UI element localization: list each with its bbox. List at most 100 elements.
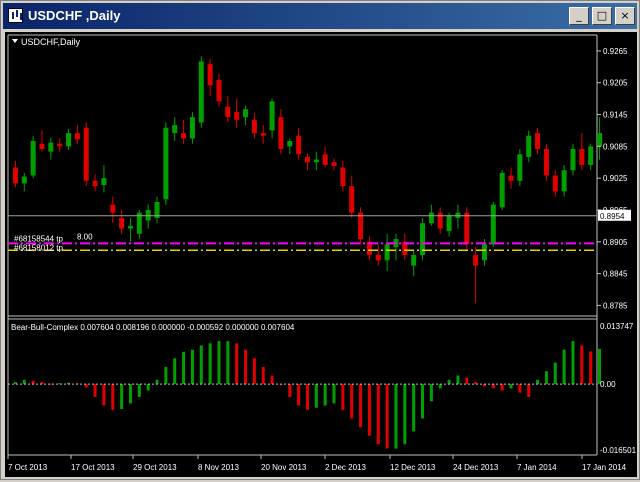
indicator-bar xyxy=(438,384,442,389)
candle-body xyxy=(570,148,576,171)
candle-body xyxy=(437,212,443,229)
indicator-bar xyxy=(164,366,168,385)
candle-body xyxy=(83,127,89,181)
indicator-bar xyxy=(465,377,469,385)
candle-body xyxy=(110,204,116,213)
indicator-bar xyxy=(491,384,495,389)
candle-body xyxy=(304,156,310,163)
maximize-button[interactable]: □ xyxy=(592,7,612,25)
candle-body xyxy=(313,159,319,163)
candle-body xyxy=(172,125,178,134)
price-tick-label: 0.8905 xyxy=(603,238,628,247)
indicator-bar xyxy=(288,384,292,397)
indicator-bar xyxy=(544,371,548,385)
minimize-button[interactable]: _ xyxy=(569,7,589,25)
indicator-bar xyxy=(173,358,177,385)
price-tick-label: 0.9025 xyxy=(603,174,628,183)
order-label-tp2: #68158012 tp xyxy=(14,243,63,252)
candle-body xyxy=(145,209,151,221)
indicator-bar xyxy=(359,384,363,428)
candle-body xyxy=(552,175,558,192)
candle-body xyxy=(455,212,461,218)
indicator-bar xyxy=(323,384,327,406)
candle-body xyxy=(331,162,337,166)
indicator-bar xyxy=(244,349,248,385)
candle-body xyxy=(579,148,585,165)
time-tick-label: 17 Jan 2014 xyxy=(582,463,627,472)
candle-body xyxy=(101,178,107,186)
indicator-bar xyxy=(208,343,212,385)
indicator-tick-label: 0.00 xyxy=(600,380,616,389)
candle-body xyxy=(517,154,523,181)
candle-body xyxy=(92,180,98,187)
indicator-bar xyxy=(31,380,35,385)
indicator-bar xyxy=(111,384,115,410)
candle-body xyxy=(296,135,302,155)
candle-body xyxy=(189,117,195,139)
candle-body xyxy=(163,127,169,200)
chart-overlays: #68158544 tp#68158012 tp 8.00 xyxy=(8,215,597,252)
indicator-bar xyxy=(385,384,389,449)
indicator-bar xyxy=(341,384,345,410)
indicator-bar xyxy=(120,384,124,410)
indicator-bar xyxy=(261,366,265,385)
candle-body xyxy=(375,255,381,261)
indicator-bar xyxy=(527,384,531,397)
indicator-bar xyxy=(580,345,584,385)
price-tick-label: 0.9085 xyxy=(603,142,628,151)
chart-area[interactable]: #68158544 tp #68158012 tp 8.00 0.9265 0.920… xyxy=(5,32,637,477)
candle-body xyxy=(411,255,417,266)
candle-body xyxy=(243,109,249,118)
candle-body xyxy=(499,172,505,208)
close-button[interactable]: × xyxy=(615,7,635,25)
candle-body xyxy=(48,142,54,152)
indicator-bar xyxy=(394,384,398,449)
terminal-window: USDCHF ,Daily _ □ × #68158544 tp #6815801… xyxy=(0,0,640,480)
indicator-bar xyxy=(252,358,256,385)
candle-body xyxy=(384,244,390,261)
candle-body xyxy=(464,212,470,245)
candle-body xyxy=(278,117,284,149)
panel-collapse-icon[interactable] xyxy=(12,39,18,43)
indicator-bar xyxy=(190,349,194,385)
indicator-bar xyxy=(412,384,416,432)
candle-body xyxy=(119,217,125,229)
main-panel-label: USDCHF,Daily xyxy=(21,37,81,47)
candle-body xyxy=(322,154,328,165)
candle-body xyxy=(225,106,231,118)
candle-body xyxy=(543,148,549,176)
indicator-bar xyxy=(93,384,97,397)
indicator-bar xyxy=(421,384,425,419)
candle-body xyxy=(526,135,532,157)
candle-body xyxy=(260,133,266,136)
indicator-histogram xyxy=(8,341,602,449)
candlestick-series xyxy=(12,56,603,303)
candle-body xyxy=(269,101,275,131)
lot-size-label: 8.00 xyxy=(77,232,93,241)
time-tick-label: 8 Nov 2013 xyxy=(198,463,239,472)
indicator-bar xyxy=(509,384,513,389)
current-price-label: 0.8954 xyxy=(600,212,625,221)
chart-axes: 0.92650.92050.91450.90850.90250.89650.89… xyxy=(7,47,637,472)
candle-body xyxy=(588,146,594,165)
candle-body xyxy=(66,133,72,147)
indicator-bar xyxy=(553,362,557,385)
price-chart-svg[interactable]: #68158544 tp#68158012 tp 8.00 0.9265 0.920… xyxy=(5,32,637,477)
candle-body xyxy=(481,244,487,261)
indicator-bar xyxy=(235,343,239,385)
indicator-bar xyxy=(332,384,336,404)
indicator-label: Bear-Bull-Complex 0.007604 0.008196 0.00… xyxy=(11,323,295,332)
indicator-bar xyxy=(305,384,309,410)
indicator-bar xyxy=(84,384,88,388)
chart-window-icon[interactable] xyxy=(8,8,23,23)
title-bar[interactable]: USDCHF ,Daily _ □ × xyxy=(3,3,637,29)
indicator-bar xyxy=(350,384,354,419)
indicator-tick-label: 0.013747 xyxy=(600,322,634,331)
indicator-bar xyxy=(102,384,106,406)
indicator-bar xyxy=(376,384,380,445)
candle-body xyxy=(12,167,18,184)
time-tick-label: 29 Oct 2013 xyxy=(133,463,177,472)
candle-body xyxy=(251,119,257,134)
candle-body xyxy=(358,212,364,240)
candle-body xyxy=(349,186,355,213)
